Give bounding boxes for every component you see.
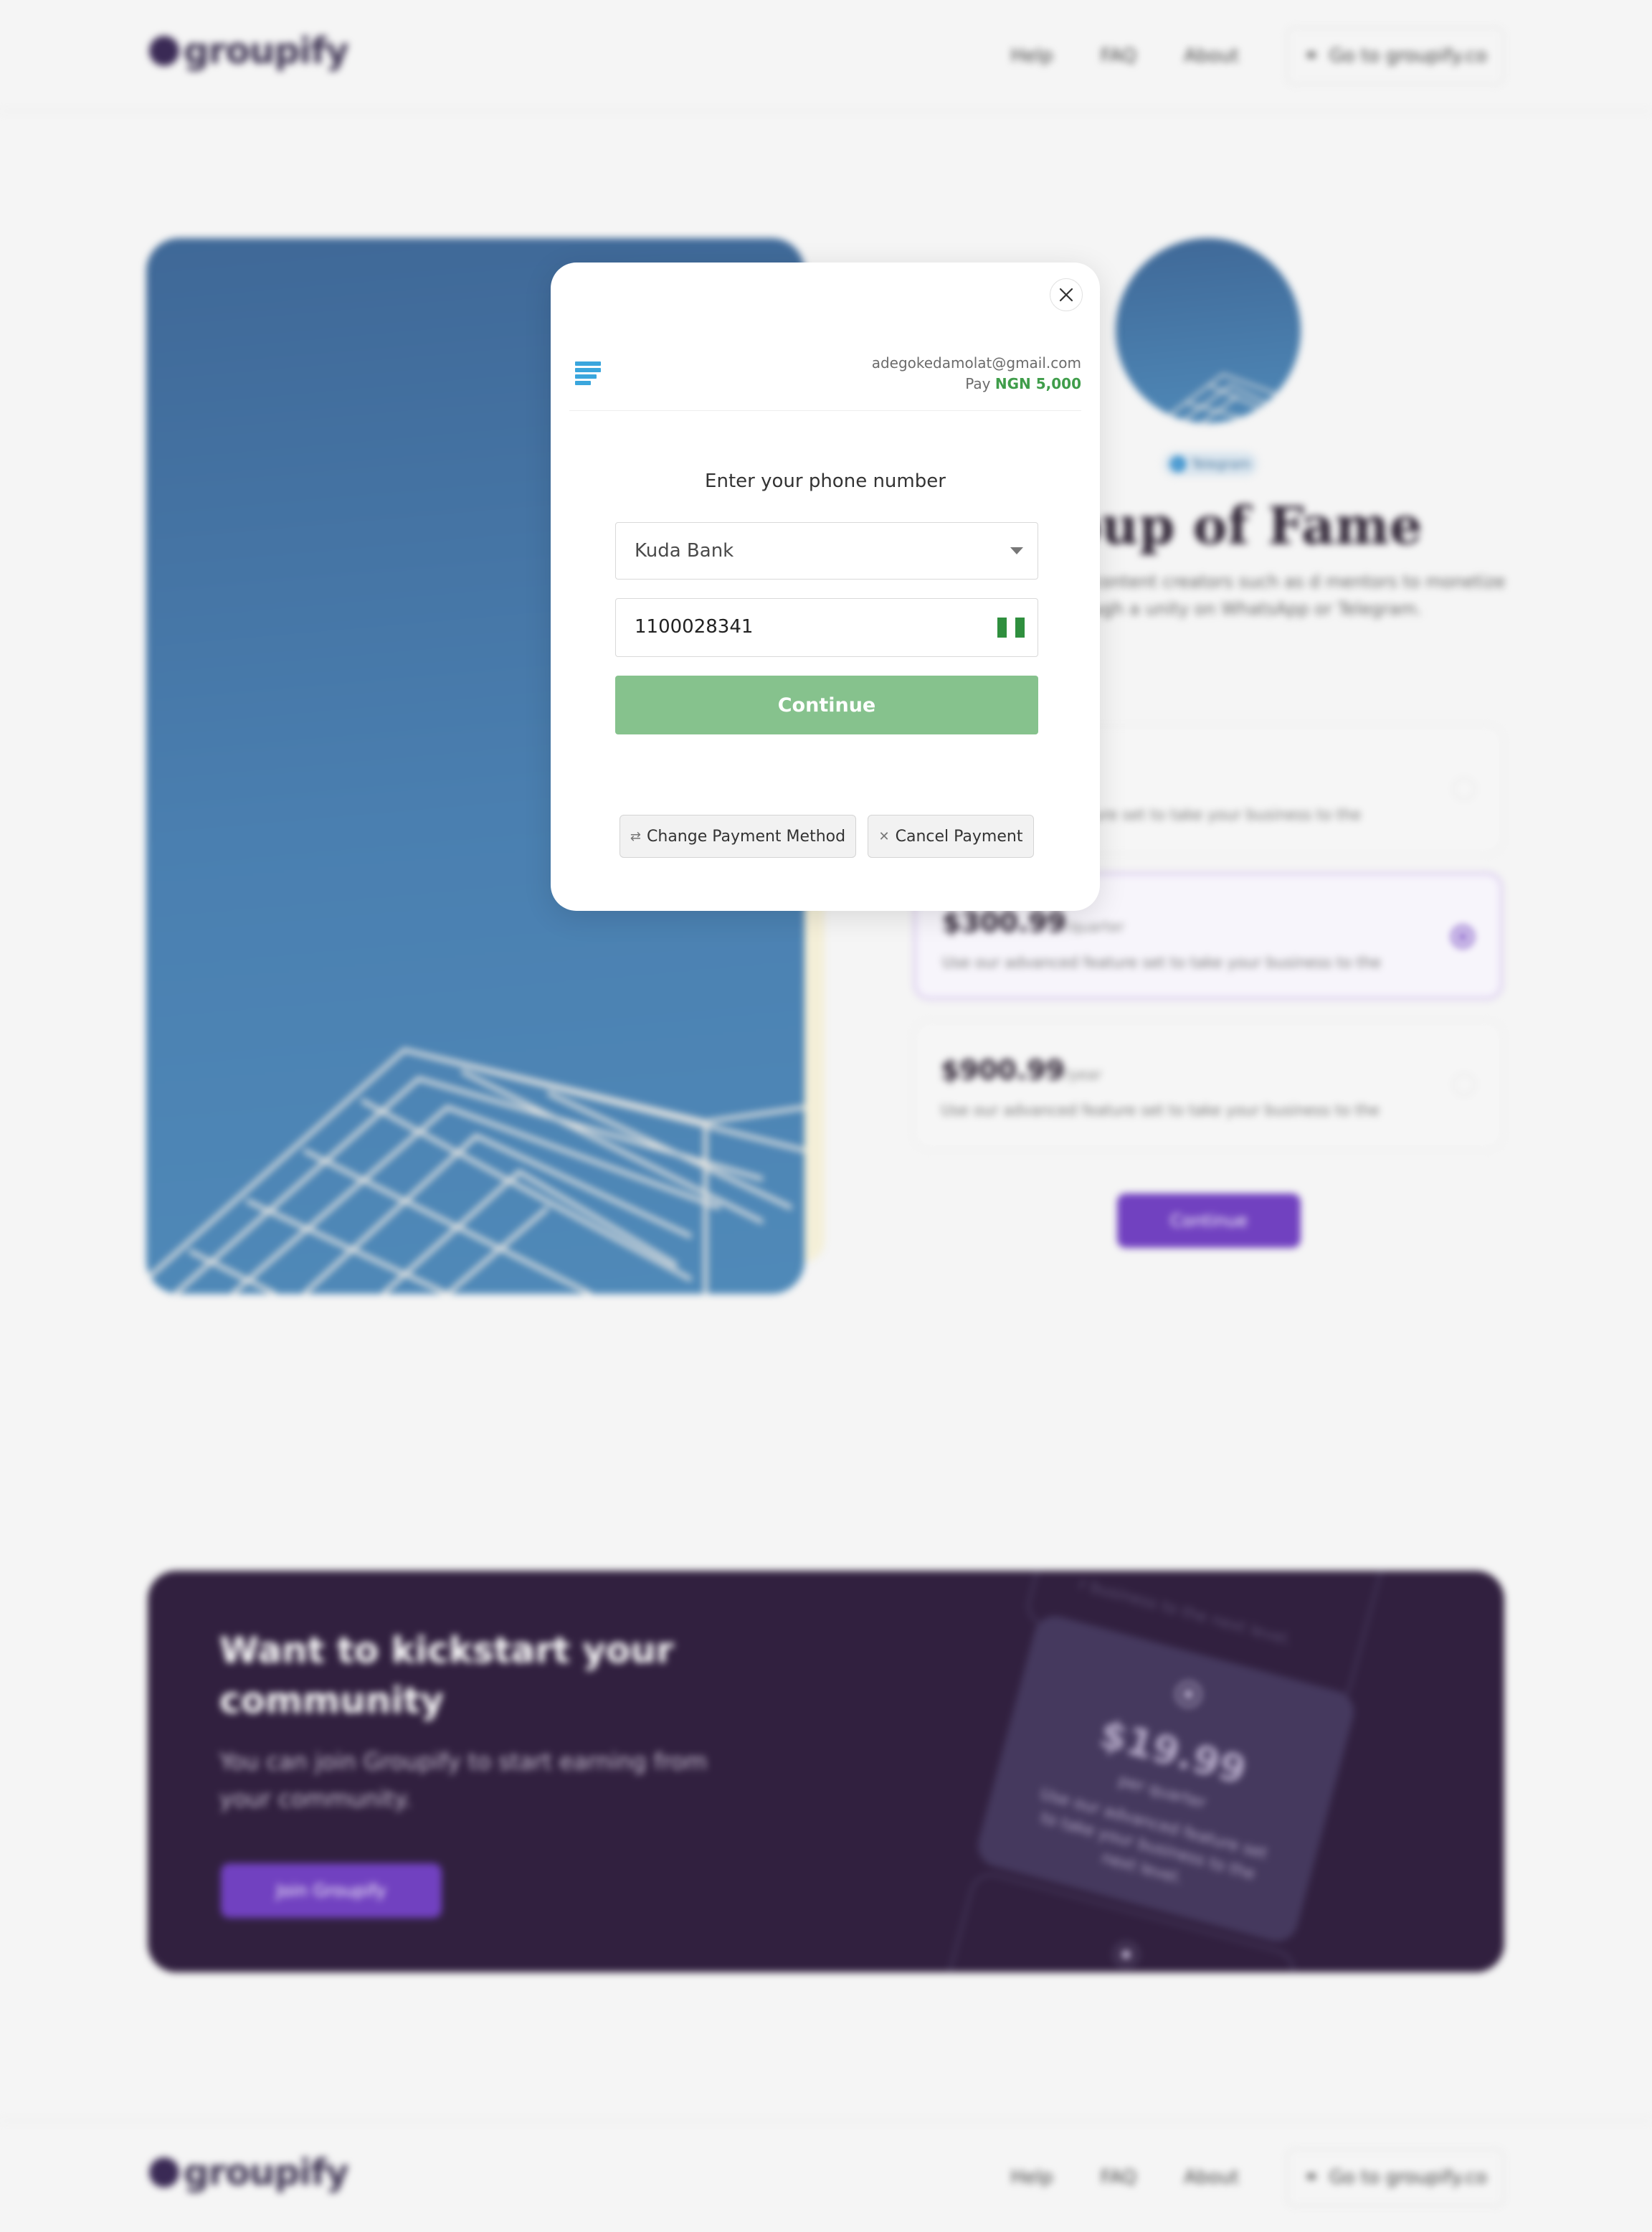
plan-description: Use our advanced feature set to take you… xyxy=(942,954,1382,971)
pay-amount-line: Pay NGN 5,000 xyxy=(965,375,1081,392)
modal-heading: Enter your phone number xyxy=(705,470,946,492)
cta-title: Want to kickstart your community xyxy=(219,1630,674,1721)
footer-nav-help[interactable]: Help xyxy=(1010,2167,1053,2188)
continue-button[interactable]: Continue xyxy=(615,676,1038,734)
phone-number-input[interactable]: 1100028341 xyxy=(615,598,1038,657)
footer-nav-about[interactable]: About xyxy=(1184,2167,1239,2188)
telegram-icon: ➤ xyxy=(1169,456,1186,472)
nav-about[interactable]: About xyxy=(1184,45,1239,67)
go-to-groupify-button[interactable]: ⚭ Go to groupify.co xyxy=(1286,27,1504,85)
platform-badge-label: Telegram xyxy=(1191,456,1251,472)
cancel-payment-button[interactable]: ✕ Cancel Payment xyxy=(868,815,1034,858)
site-footer: groupify Help FAQ About ⚭ Go to groupify… xyxy=(0,2120,1652,2232)
avatar-net-graphic xyxy=(1158,373,1301,423)
pay-amount: NGN 5,000 xyxy=(994,375,1081,392)
change-payment-method-button[interactable]: ⇄ Change Payment Method xyxy=(620,815,856,858)
header-nav: Help FAQ About ⚭ Go to groupify.co xyxy=(963,27,1504,85)
paystack-logo-icon xyxy=(575,361,601,385)
join-groupify-button[interactable]: Join Groupify xyxy=(221,1863,442,1918)
logo-text: groupify xyxy=(184,2152,349,2193)
footer-nav-faq[interactable]: FAQ xyxy=(1101,2167,1136,2188)
cta-banner: Want to kickstart your community You can… xyxy=(148,1571,1504,1972)
plan-price: $900.99/year xyxy=(941,1054,1102,1086)
logo-mark-icon xyxy=(149,2157,179,2188)
plan-radio[interactable] xyxy=(1453,1073,1476,1096)
cancel-payment-label: Cancel Payment xyxy=(895,827,1023,846)
plan-continue-button[interactable]: Continue xyxy=(1117,1193,1301,1248)
nigeria-flag-icon xyxy=(997,618,1025,638)
plan-radio[interactable] xyxy=(1453,777,1476,800)
cta-subtitle: You can join Groupify to start earning f… xyxy=(219,1748,708,1812)
plan-option[interactable]: $900.99/year Use our advanced feature se… xyxy=(913,1021,1503,1149)
payment-modal: adegokedamolat@gmail.com Pay NGN 5,000 E… xyxy=(551,263,1100,911)
customer-email: adegokedamolat@gmail.com xyxy=(871,354,1081,372)
close-modal-button[interactable] xyxy=(1050,278,1083,311)
plan-description: Use our advanced feature set to take you… xyxy=(941,1102,1380,1119)
logo-text: groupify xyxy=(184,30,349,72)
modal-divider xyxy=(569,410,1081,411)
footer-logo[interactable]: groupify xyxy=(149,2152,349,2193)
goal-net-graphic xyxy=(146,1047,804,1294)
plan-price: $300.99/quarter xyxy=(942,907,1125,938)
bank-select[interactable]: Kuda Bank xyxy=(615,522,1038,580)
footer-go-to-groupify-button[interactable]: ⚭ Go to groupify.co xyxy=(1286,2149,1504,2206)
community-avatar xyxy=(1116,238,1301,423)
go-to-groupify-label: Go to groupify.co xyxy=(1329,45,1488,67)
close-icon xyxy=(1059,288,1073,302)
change-payment-method-label: Change Payment Method xyxy=(647,827,846,846)
phone-number-value: 1100028341 xyxy=(635,616,754,638)
pay-label: Pay xyxy=(965,375,991,392)
plan-radio[interactable] xyxy=(1451,925,1474,948)
link-icon: ⚭ xyxy=(1303,45,1319,67)
cta-card-radio xyxy=(1172,1678,1205,1711)
platform-badge: ➤ Telegram xyxy=(1163,452,1258,476)
chevron-down-icon xyxy=(1010,547,1023,554)
swap-icon: ⇄ xyxy=(630,828,642,844)
nav-faq[interactable]: FAQ xyxy=(1101,45,1136,67)
nav-help[interactable]: Help xyxy=(1010,45,1053,67)
header-logo[interactable]: groupify xyxy=(149,30,349,72)
logo-mark-icon xyxy=(149,36,179,66)
footer-go-to-groupify-label: Go to groupify.co xyxy=(1329,2167,1488,2188)
close-icon: ✕ xyxy=(878,828,890,844)
bank-select-value: Kuda Bank xyxy=(635,540,734,562)
plan-description: ture set to take your business to the xyxy=(1087,806,1362,823)
footer-nav: Help FAQ About ⚭ Go to groupify.co xyxy=(963,2149,1504,2206)
link-icon: ⚭ xyxy=(1303,2167,1319,2188)
cta-card-bottom-radio xyxy=(1110,1939,1142,1971)
site-header: groupify Help FAQ About ⚭ Go to groupify… xyxy=(0,0,1652,112)
